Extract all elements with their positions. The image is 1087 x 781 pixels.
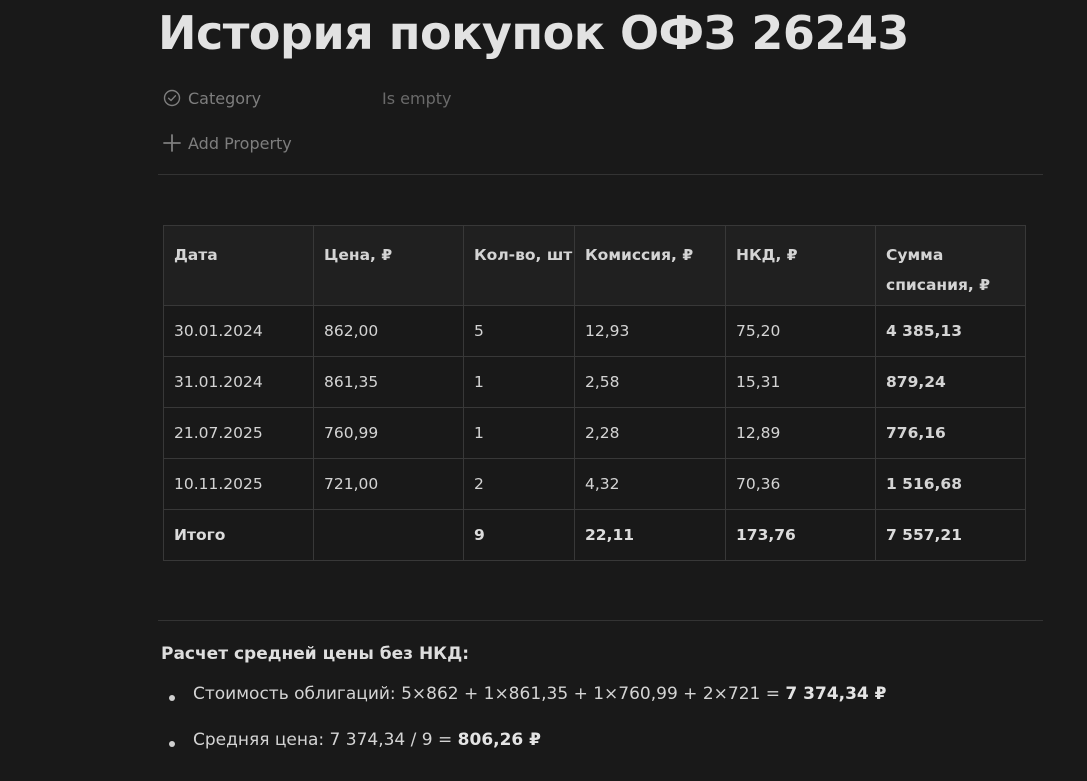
calc-bond-cost-text: Стоимость облигаций: 5×862 + 1×861,35 + …: [193, 684, 786, 704]
table-total-row: Итого 9 22,11 173,76 7 557,21: [163, 509, 1026, 561]
properties-divider: [158, 174, 1043, 175]
column-header-date[interactable]: Дата: [163, 225, 314, 306]
cell-date[interactable]: 21.07.2025: [163, 407, 314, 459]
cell-total-quantity[interactable]: 9: [463, 509, 575, 561]
table-row: 30.01.2024 862,00 5 12,93 75,20 4 385,13: [163, 305, 1026, 357]
purchases-table: Дата Цена, ₽ Кол-во, шт Комиссия, ₽ НКД,…: [163, 225, 1026, 561]
cell-quantity[interactable]: 1: [463, 356, 575, 408]
cell-price[interactable]: 721,00: [313, 458, 464, 510]
calc-bond-cost-value: 7 374,34 ₽: [785, 684, 887, 704]
cell-date[interactable]: 10.11.2025: [163, 458, 314, 510]
calculation-list: Стоимость облигаций: 5×862 + 1×861,35 + …: [161, 684, 887, 776]
cell-date[interactable]: 30.01.2024: [163, 305, 314, 357]
cell-commission[interactable]: 2,28: [574, 407, 726, 459]
cell-total-charge-sum[interactable]: 7 557,21: [875, 509, 1026, 561]
cell-quantity[interactable]: 2: [463, 458, 575, 510]
cell-accrued-interest[interactable]: 12,89: [725, 407, 876, 459]
cell-accrued-interest[interactable]: 15,31: [725, 356, 876, 408]
calc-average-price-text: Средняя цена: 7 374,34 / 9 =: [193, 730, 458, 750]
cell-total-accrued-interest[interactable]: 173,76: [725, 509, 876, 561]
cell-date[interactable]: 31.01.2024: [163, 356, 314, 408]
cell-commission[interactable]: 12,93: [574, 305, 726, 357]
cell-total-commission[interactable]: 22,11: [574, 509, 726, 561]
notion-page: История покупок ОФЗ 26243 Category Is em…: [0, 0, 1087, 781]
column-header-quantity[interactable]: Кол-во, шт: [463, 225, 575, 306]
cell-price[interactable]: 760,99: [313, 407, 464, 459]
page-title[interactable]: История покупок ОФЗ 26243: [158, 6, 909, 60]
cell-price[interactable]: 861,35: [313, 356, 464, 408]
property-category[interactable]: Category Is empty: [162, 86, 451, 110]
table-row: 21.07.2025 760,99 1 2,28 12,89 776,16: [163, 407, 1026, 459]
list-item[interactable]: Средняя цена: 7 374,34 / 9 = 806,26 ₽: [161, 730, 887, 776]
property-name-category: Category: [188, 88, 262, 108]
cell-accrued-interest[interactable]: 75,20: [725, 305, 876, 357]
check-circle-icon: [162, 88, 182, 108]
add-property-label: Add Property: [188, 133, 292, 153]
cell-price[interactable]: 862,00: [313, 305, 464, 357]
list-item[interactable]: Стоимость облигаций: 5×862 + 1×861,35 + …: [161, 684, 887, 730]
cell-commission[interactable]: 2,58: [574, 356, 726, 408]
cell-commission[interactable]: 4,32: [574, 458, 726, 510]
cell-total-charge[interactable]: 879,24: [875, 356, 1026, 408]
cell-total-charge[interactable]: 1 516,68: [875, 458, 1026, 510]
add-property-button[interactable]: Add Property: [162, 130, 292, 156]
cell-total-charge[interactable]: 776,16: [875, 407, 1026, 459]
cell-quantity[interactable]: 1: [463, 407, 575, 459]
property-value-category[interactable]: Is empty: [382, 89, 451, 108]
section-divider: [158, 620, 1043, 621]
table-header-row: Дата Цена, ₽ Кол-во, шт Комиссия, ₽ НКД,…: [163, 225, 1026, 306]
table-row: 31.01.2024 861,35 1 2,58 15,31 879,24: [163, 356, 1026, 408]
column-header-commission[interactable]: Комиссия, ₽: [574, 225, 726, 306]
calc-average-price-value: 806,26 ₽: [457, 730, 542, 750]
plus-icon: [162, 133, 182, 153]
table-row: 10.11.2025 721,00 2 4,32 70,36 1 516,68: [163, 458, 1026, 510]
cell-total-price[interactable]: [313, 509, 464, 561]
column-header-accrued-interest[interactable]: НКД, ₽: [725, 225, 876, 306]
cell-accrued-interest[interactable]: 70,36: [725, 458, 876, 510]
column-header-price[interactable]: Цена, ₽: [313, 225, 464, 306]
cell-total-label[interactable]: Итого: [163, 509, 314, 561]
calculation-heading[interactable]: Расчет средней цены без НКД:: [161, 644, 469, 664]
column-header-total-charge[interactable]: Сумма списания, ₽: [875, 225, 1026, 306]
cell-quantity[interactable]: 5: [463, 305, 575, 357]
cell-total-charge[interactable]: 4 385,13: [875, 305, 1026, 357]
